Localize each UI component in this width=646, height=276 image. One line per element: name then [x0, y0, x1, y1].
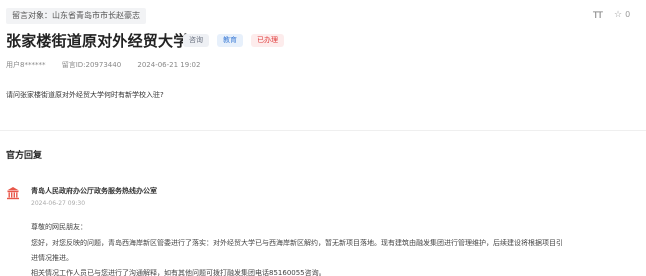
reply-paragraph-continued: 进情况推进。: [31, 254, 73, 262]
reply-date: 2024-06-27 09:30: [31, 200, 86, 207]
tag-list: 咨询 教育 已办理: [183, 34, 284, 47]
page-title: 张家楼街道原对外经贸大学: [6, 32, 189, 50]
reply-greeting: 尊敬的网民朋友：: [31, 223, 87, 231]
government-building-icon: [7, 187, 19, 200]
message-content: 请问张家楼街道原对外经贸大学何时有新学校入驻?: [6, 91, 164, 99]
message-datetime: 2024-06-21 19:02: [137, 61, 201, 69]
font-size-toggle-icon[interactable]: TT: [593, 11, 603, 21]
reply-paragraph: 您好，对您反映的问题，青岛西海岸新区管委进行了落实：对外经贸大学已与西海岸新区解…: [31, 239, 563, 247]
message-id: 留言ID:20973440: [61, 61, 122, 69]
reply-closing: 相关情况工作人员已与您进行了沟通解释，如有其他问题可拨打融发集团电话851600…: [31, 269, 326, 276]
star-outline-icon: ☆: [614, 10, 623, 20]
message-detail-page: 留言对象：山东省青岛市市长赵豪志 TT ☆ 0 张家楼街道原对外经贸大学 咨询 教…: [0, 0, 646, 276]
official-reply-heading: 官方回复: [6, 151, 43, 161]
follow-count: 0: [625, 10, 631, 19]
category-badge: 咨询: [183, 34, 209, 47]
reply-org-name: 青岛人民政府办公厅政务服务热线办公室: [31, 187, 157, 195]
user-name: 用户8******: [6, 61, 46, 69]
recipient-tag: 留言对象：山东省青岛市市长赵豪志: [6, 8, 146, 24]
topic-badge: 教育: [217, 34, 243, 47]
section-divider: [0, 130, 646, 131]
follow-button[interactable]: ☆ 0: [614, 10, 630, 20]
message-meta: 用户8****** 留言ID:20973440 2024-06-21 19:02: [6, 60, 214, 70]
status-badge: 已办理: [251, 34, 284, 47]
